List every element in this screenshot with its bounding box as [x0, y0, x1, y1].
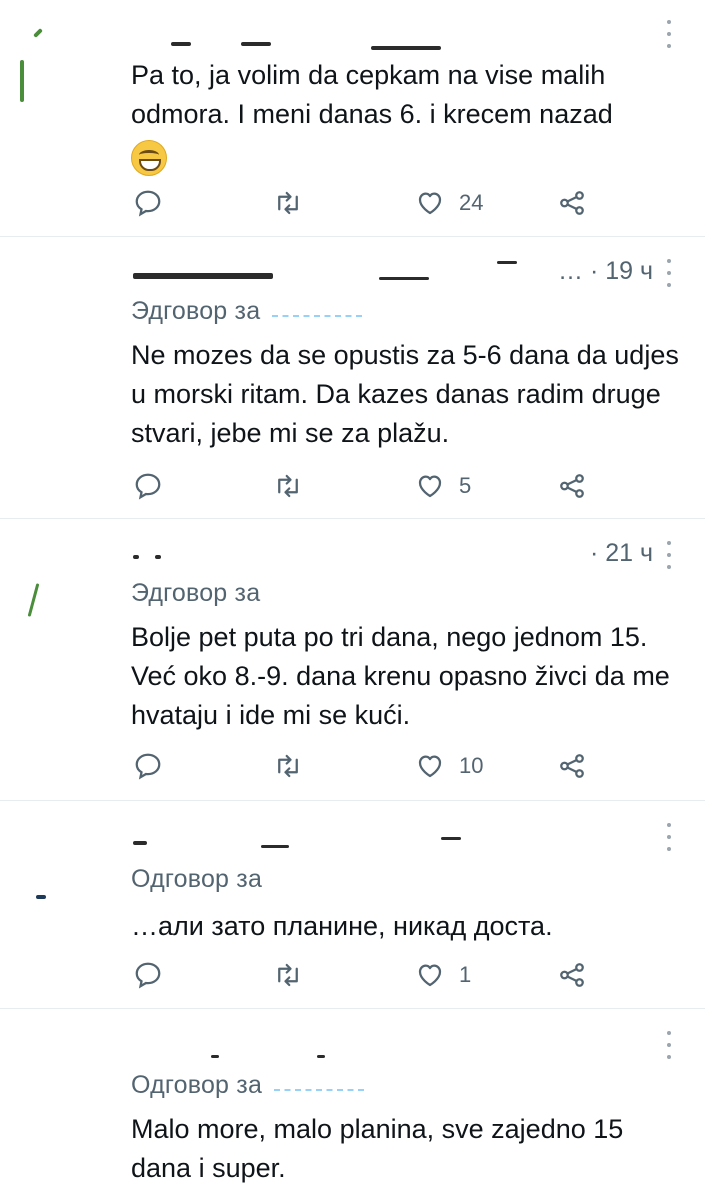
retweet-button[interactable]: [273, 955, 317, 995]
share-icon: [560, 963, 584, 987]
like-button[interactable]: 10: [415, 746, 483, 786]
avatar[interactable]: [14, 817, 98, 901]
reply-icon: [135, 190, 161, 217]
reply-to-label: Одговор за: [131, 1071, 365, 1100]
avatar[interactable]: [14, 537, 98, 621]
retweet-icon: [278, 191, 298, 215]
retweet-button[interactable]: [273, 746, 317, 786]
tweet-text: Malo more, malo planina, sve zajedno 15 …: [131, 1114, 624, 1183]
author-line: [131, 539, 665, 575]
reply-to-label: Эдговор за: [131, 297, 363, 326]
retweet-button[interactable]: [273, 183, 317, 223]
avatar[interactable]: [14, 253, 98, 337]
tweet-text: …али зато планине, никад доста.: [131, 911, 553, 941]
author-line: [131, 823, 665, 859]
reply-icon: [135, 473, 161, 500]
share-button[interactable]: [557, 466, 601, 506]
tweet-1[interactable]: Pa to, ja volim da cepkam na vise malih …: [0, 0, 705, 237]
tweet-actions: 24: [131, 183, 611, 223]
avatar[interactable]: [14, 20, 98, 104]
like-button[interactable]: 5: [415, 466, 471, 506]
more-icon[interactable]: [659, 1031, 679, 1059]
avatar[interactable]: [14, 1025, 98, 1109]
like-button[interactable]: 1: [415, 955, 471, 995]
reply-icon: [135, 753, 161, 780]
retweet-button[interactable]: [273, 466, 317, 506]
like-button[interactable]: 24: [415, 183, 483, 223]
tweet-actions: 5: [131, 466, 611, 506]
share-button[interactable]: [557, 746, 601, 786]
share-icon: [560, 474, 584, 498]
share-icon: [560, 191, 584, 215]
retweet-icon: [278, 963, 298, 987]
like-icon: [418, 475, 442, 498]
reply-button[interactable]: [133, 746, 177, 786]
tweet-text: Pa to, ja volim da cepkam na vise malih …: [131, 56, 686, 176]
tweet-actions: 1: [131, 955, 611, 995]
more-icon[interactable]: [659, 20, 679, 48]
tweet-5[interactable]: Одговор за Malo more, malo planina, sve …: [0, 1009, 705, 1200]
tweet-time: · 21 ч: [589, 539, 653, 567]
retweet-icon: [278, 754, 298, 778]
tweet-2[interactable]: … · 19 ч Эдговор за Ne mozes da se opust…: [0, 237, 705, 519]
share-icon: [560, 754, 584, 778]
more-icon[interactable]: [659, 259, 679, 287]
more-icon[interactable]: [659, 541, 679, 569]
reply-button[interactable]: [133, 466, 177, 506]
reply-button[interactable]: [133, 183, 177, 223]
tweet-text: Bolje pet puta po tri dana, nego jednom …: [131, 622, 670, 730]
retweet-icon: [278, 474, 298, 498]
more-icon[interactable]: [659, 823, 679, 851]
grinning-face-emoji-icon: [131, 140, 167, 176]
like-icon: [418, 964, 442, 987]
reply-icon: [135, 962, 161, 989]
share-button[interactable]: [557, 955, 601, 995]
author-line: [131, 1035, 665, 1071]
reply-to-label: Эдговор за: [131, 579, 261, 607]
reply-to-label: Одговор за: [131, 865, 263, 893]
share-button[interactable]: [557, 183, 601, 223]
like-icon: [418, 192, 442, 215]
like-icon: [418, 755, 442, 778]
tweet-4[interactable]: Одговор за …али зато планине, никад дост…: [0, 801, 705, 1009]
reply-button[interactable]: [133, 955, 177, 995]
tweet-time: … · 19 ч: [558, 257, 653, 285]
tweet-text: Ne mozes da se opustis za 5-6 dana da ud…: [131, 340, 679, 448]
tweet-3[interactable]: · 21 ч Эдговор за Bolje pet puta po tri …: [0, 519, 705, 801]
tweet-actions: 10: [131, 746, 611, 786]
